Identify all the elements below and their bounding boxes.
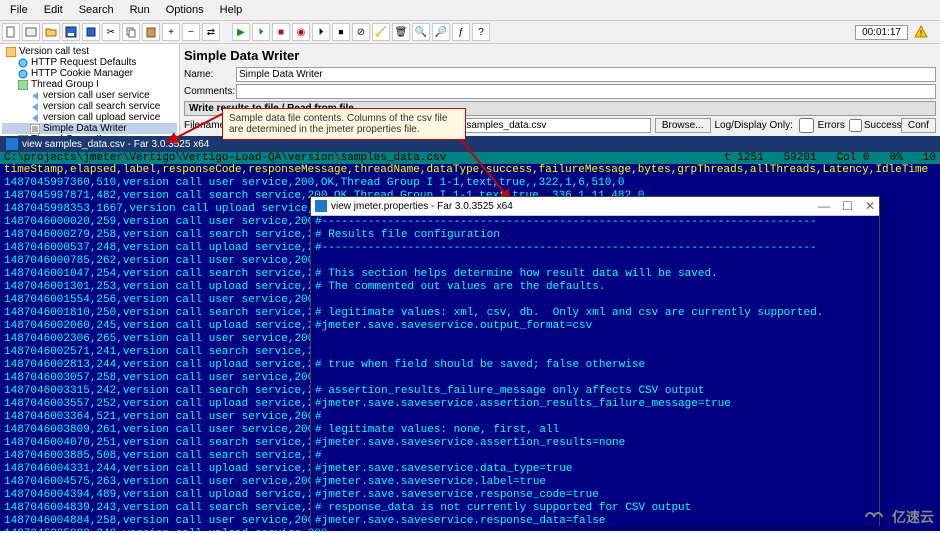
minimize-icon[interactable]: — bbox=[818, 199, 830, 213]
menu-help[interactable]: Help bbox=[214, 2, 249, 18]
tree-label: Thread Group I bbox=[31, 79, 99, 90]
far1-stat: 0% bbox=[890, 152, 903, 164]
tree-label: Version call test bbox=[19, 46, 89, 57]
callout-line: Sample data file contents. Columns of th… bbox=[229, 113, 459, 124]
templates-icon[interactable] bbox=[22, 23, 40, 41]
close-icon[interactable]: ✕ bbox=[865, 199, 875, 213]
paste-icon[interactable] bbox=[142, 23, 160, 41]
warning-icon: ! bbox=[914, 25, 928, 39]
browse-button[interactable]: Browse... bbox=[655, 118, 711, 133]
far2-titlebar[interactable]: view jmeter.properties - Far 3.0.3525 x6… bbox=[311, 197, 879, 216]
menu-edit[interactable]: Edit bbox=[38, 2, 69, 18]
far2-title-text: view jmeter.properties - Far 3.0.3525 x6… bbox=[331, 201, 513, 212]
tree-label: version call upload service bbox=[43, 112, 160, 123]
start-no-pause-icon[interactable]: ⏵ bbox=[252, 23, 270, 41]
elapsed-timer: 00:01:17 bbox=[855, 25, 908, 40]
name-input[interactable] bbox=[236, 67, 936, 82]
stop-icon[interactable]: ■ bbox=[272, 23, 290, 41]
maximize-icon[interactable]: ☐ bbox=[842, 199, 853, 213]
tree-label: version call user service bbox=[43, 90, 150, 101]
annotation-callout: Sample data file contents. Columns of th… bbox=[222, 108, 466, 140]
tree-label: HTTP Cookie Manager bbox=[31, 68, 133, 79]
far1-stat: t 1251 bbox=[724, 152, 764, 164]
watermark-logo: 亿速云 bbox=[862, 507, 934, 527]
logonly-label: Log/Display Only: bbox=[715, 120, 793, 131]
menu-bar: File Edit Search Run Options Help bbox=[0, 0, 940, 21]
toggle-icon[interactable]: ⇄ bbox=[202, 23, 220, 41]
start-icon[interactable]: ▶ bbox=[232, 23, 250, 41]
copy-icon[interactable] bbox=[122, 23, 140, 41]
far1-title-text: view samples_data.csv - Far 3.0.3525 x64 bbox=[22, 139, 209, 150]
search-icon[interactable]: 🔍 bbox=[412, 23, 430, 41]
svg-text:!: ! bbox=[920, 29, 922, 38]
tree-root[interactable]: Version call test bbox=[2, 46, 177, 57]
errors-checkbox[interactable]: Errors bbox=[797, 118, 845, 133]
help-icon[interactable]: ? bbox=[472, 23, 490, 41]
function-icon[interactable]: ƒ bbox=[452, 23, 470, 41]
tree-thread-group-1[interactable]: Thread Group I bbox=[2, 79, 177, 90]
tree-sampler-upload[interactable]: version call upload service bbox=[2, 112, 177, 123]
tree-label: HTTP Request Defaults bbox=[31, 57, 136, 68]
tree-sampler-user[interactable]: version call user service bbox=[2, 90, 177, 101]
far-window-properties: view jmeter.properties - Far 3.0.3525 x6… bbox=[310, 196, 880, 526]
far1-path-text: C:\projects\jmeter\Vertigo\Vertigo-Load-… bbox=[4, 152, 446, 164]
tree-label: Simple Data Writer bbox=[43, 123, 127, 134]
comments-input[interactable] bbox=[236, 84, 936, 99]
far1-stat: 10 bbox=[923, 152, 936, 164]
remote-stop-icon[interactable]: ⏹ bbox=[332, 23, 350, 41]
save-all-icon[interactable] bbox=[82, 23, 100, 41]
name-label: Name: bbox=[184, 69, 232, 80]
far1-statusbar: C:\projects\jmeter\Vertigo\Vertigo-Load-… bbox=[0, 152, 940, 164]
far-icon bbox=[315, 200, 327, 212]
tree-simple-data-writer[interactable]: Simple Data Writer bbox=[2, 123, 177, 134]
remote-start-icon[interactable]: ⏵ bbox=[312, 23, 330, 41]
menu-run[interactable]: Run bbox=[124, 2, 156, 18]
toolbar: ✂ + − ⇄ ▶ ⏵ ■ ◉ ⏵ ⏹ ⊘ 🧹 🗑 🔍 🔎 ƒ ? 00:01:… bbox=[0, 21, 940, 44]
clear-all-icon[interactable]: 🗑 bbox=[392, 23, 410, 41]
configure-button[interactable]: Conf bbox=[901, 118, 936, 133]
panel-title: Simple Data Writer bbox=[184, 48, 936, 63]
tree-label: version call search service bbox=[43, 101, 160, 112]
menu-search[interactable]: Search bbox=[73, 2, 120, 18]
callout-line: are determined in the jmeter properties … bbox=[229, 124, 459, 135]
clear-icon[interactable]: 🧹 bbox=[372, 23, 390, 41]
far1-stat: 59201 bbox=[784, 152, 817, 164]
far1-titlebar[interactable]: view samples_data.csv - Far 3.0.3525 x64 bbox=[0, 136, 940, 152]
new-icon[interactable] bbox=[2, 23, 20, 41]
menu-options[interactable]: Options bbox=[160, 2, 210, 18]
far-icon bbox=[6, 138, 18, 150]
expand-icon[interactable]: + bbox=[162, 23, 180, 41]
far2-content[interactable]: #---------------------------------------… bbox=[311, 216, 879, 526]
tree-http-defaults[interactable]: HTTP Request Defaults bbox=[2, 57, 177, 68]
open-icon[interactable] bbox=[42, 23, 60, 41]
successes-checkbox[interactable]: Successes bbox=[849, 118, 897, 133]
save-icon[interactable] bbox=[62, 23, 80, 41]
shutdown-icon[interactable]: ◉ bbox=[292, 23, 310, 41]
reset-search-icon[interactable]: 🔎 bbox=[432, 23, 450, 41]
tree-sampler-search[interactable]: version call search service bbox=[2, 101, 177, 112]
far1-stat: Col 0 bbox=[837, 152, 870, 164]
menu-file[interactable]: File bbox=[4, 2, 34, 18]
tree-cookie-mgr[interactable]: HTTP Cookie Manager bbox=[2, 68, 177, 79]
collapse-icon[interactable]: − bbox=[182, 23, 200, 41]
cut-icon[interactable]: ✂ bbox=[102, 23, 120, 41]
remote-shutdown-icon[interactable]: ⊘ bbox=[352, 23, 370, 41]
comments-label: Comments: bbox=[184, 86, 232, 97]
